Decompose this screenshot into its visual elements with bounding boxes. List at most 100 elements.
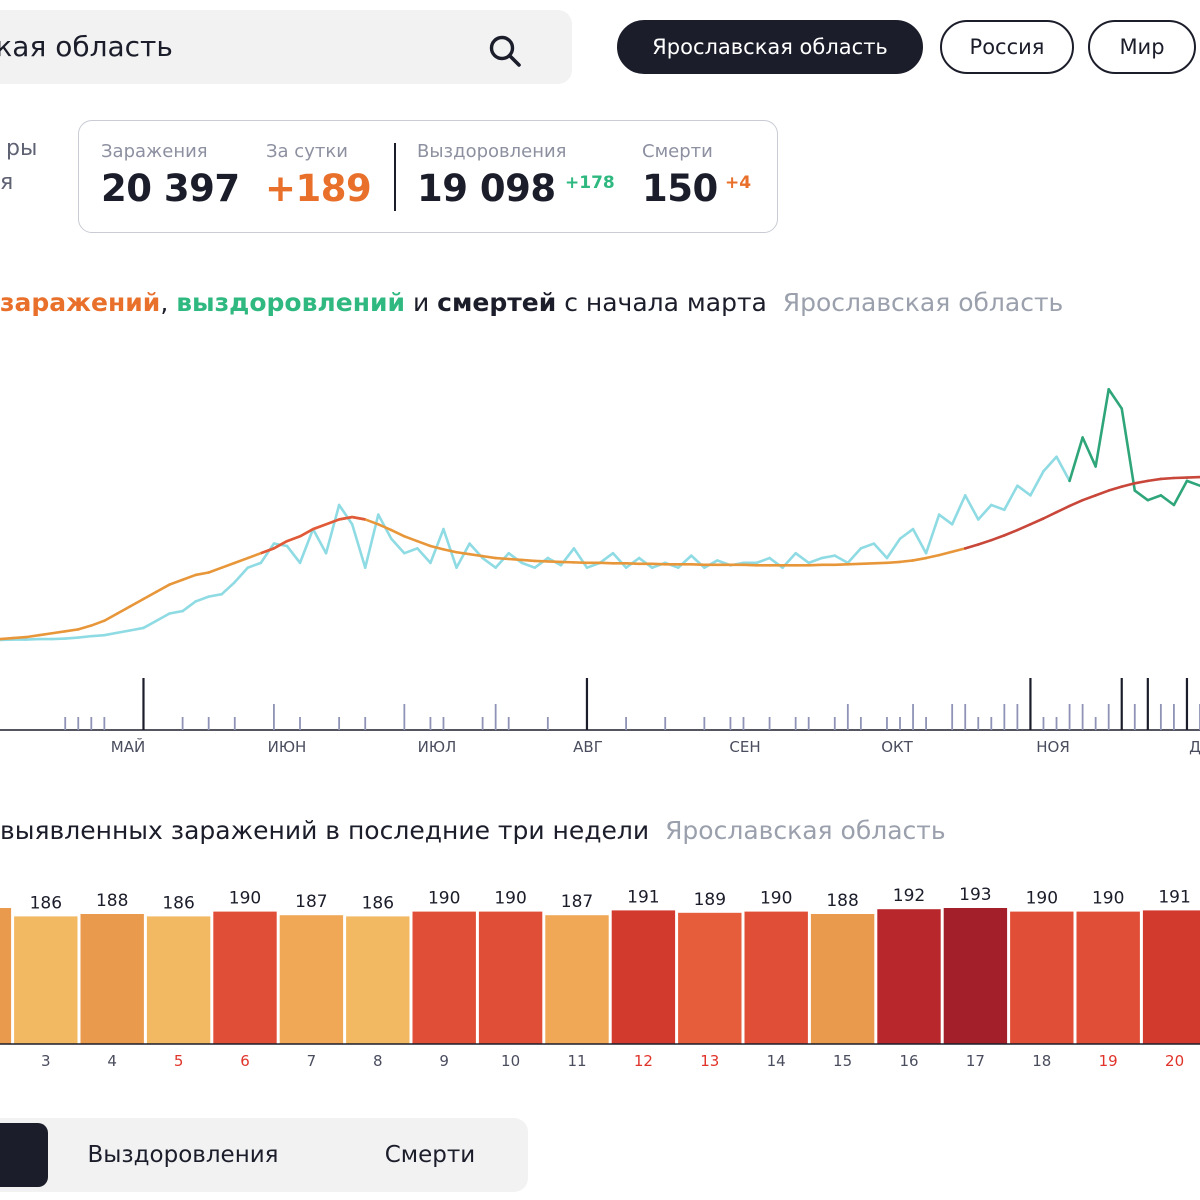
heatmap-day-label: 19 xyxy=(1099,1052,1118,1070)
heatmap-cell xyxy=(678,912,742,1044)
infections-line-segment xyxy=(429,544,445,551)
deaths-label: Смерти xyxy=(642,141,713,162)
infections-line-segment xyxy=(507,557,524,562)
infections-line-segment xyxy=(168,578,184,586)
heatmap-cell xyxy=(744,911,808,1044)
infections-line-segment xyxy=(1016,522,1032,532)
infections-peak-segment xyxy=(325,518,340,526)
stats-panel: Заражения 20 397 За сутки +189 Выздоровл… xyxy=(78,120,778,233)
region-pill-yaroslavl[interactable]: Ярославская область xyxy=(617,20,923,74)
title-region: Ярославская область xyxy=(782,288,1064,317)
recoveries-line-segment xyxy=(194,595,210,603)
infections-line-segment xyxy=(1068,498,1084,508)
heatmap-day-label: 5 xyxy=(174,1052,184,1070)
search-icon[interactable] xyxy=(488,34,522,68)
recoveries-line-segment xyxy=(1094,387,1110,468)
infections-line-segment xyxy=(0,636,15,641)
infections-line-segment xyxy=(898,559,915,564)
infections-line-segment xyxy=(207,566,224,574)
recoveries-line-segment xyxy=(833,554,850,565)
recoveries-line-segment xyxy=(846,547,863,565)
infections-line-segment xyxy=(990,534,1006,542)
heatmap-value-label: 190 xyxy=(428,889,460,909)
heatmap-day-label: 12 xyxy=(634,1052,653,1070)
title-and: и xyxy=(405,288,438,317)
region-pill-world[interactable]: Мир xyxy=(1088,20,1196,74)
infections-line-segment xyxy=(1159,476,1176,481)
daily-value: +189 xyxy=(265,167,372,210)
infections-line-segment xyxy=(90,619,106,627)
infections-peak-segment xyxy=(312,523,327,531)
recoveries-line-segment xyxy=(924,513,941,555)
infections-line-segment xyxy=(455,550,471,556)
recoveries-line-segment xyxy=(129,626,145,632)
heatmap-day-label: 8 xyxy=(373,1052,383,1070)
infections-line-segment xyxy=(1107,485,1124,492)
tab-recoveries[interactable]: Выздоровления xyxy=(78,1118,288,1192)
month-tick-label: ИЮЛ xyxy=(418,738,457,756)
infections-line-segment xyxy=(194,571,210,577)
title-infections-word: заражений xyxy=(0,288,161,317)
month-tick-label: СЕН xyxy=(729,738,760,756)
infections-line-segment xyxy=(142,590,158,601)
tab-infections[interactable] xyxy=(0,1123,48,1187)
infections-line-segment xyxy=(950,547,967,554)
region-pill-russia[interactable]: Россия xyxy=(940,20,1074,74)
search-input[interactable]: ская область xyxy=(0,30,173,63)
recoveries-line-segment xyxy=(598,551,615,565)
recoveries-line-segment xyxy=(1172,479,1189,507)
recoveries-line-segment xyxy=(494,551,510,569)
recoveries-line-segment xyxy=(90,633,106,638)
recoveries-line-segment xyxy=(1185,479,1200,488)
infections-line-segment xyxy=(963,543,980,550)
heatmap-cell xyxy=(146,916,211,1044)
infections-line-segment xyxy=(50,630,67,635)
recoveries-line-segment xyxy=(1055,455,1071,483)
tab-deaths[interactable]: Смерти xyxy=(350,1118,510,1192)
heatmap-value-label: 190 xyxy=(229,889,261,909)
recoveries-line-segment xyxy=(155,612,171,623)
heatmap-cell xyxy=(478,911,543,1044)
heatmap-day-label: 13 xyxy=(700,1052,719,1070)
recoveries-line-segment xyxy=(324,503,341,555)
recoveries-line-segment xyxy=(976,503,993,521)
heatmap-cell xyxy=(412,911,476,1044)
search-bar[interactable]: ская область xyxy=(0,10,572,84)
recoveries-value: 19 098 xyxy=(417,167,556,210)
recoveries-line-segment xyxy=(859,542,876,550)
recoveries-line-segment xyxy=(246,561,263,569)
heatmap-value-label: 186 xyxy=(162,893,194,913)
recoveries-line-segment xyxy=(520,561,537,569)
recoveries-line-segment xyxy=(233,566,250,584)
recoveries-line-segment xyxy=(676,554,693,569)
recoveries-line-segment xyxy=(1133,489,1150,502)
infections-line-segment xyxy=(481,554,497,560)
recoveries-line-segment xyxy=(285,544,302,565)
heatmap-value-label: 193 xyxy=(959,885,991,905)
heatmap-day-label: 16 xyxy=(899,1052,918,1070)
infections-line-segment xyxy=(1003,528,1019,537)
infections-peak-segment xyxy=(286,535,301,543)
infections-line-segment xyxy=(11,635,28,640)
recoveries-line-segment xyxy=(207,592,224,598)
recoveries-line-segment xyxy=(1029,469,1045,497)
month-tick-label: МАЙ xyxy=(111,737,145,756)
side-caption-line1: ры xyxy=(6,136,38,161)
heatmap-day-label: 14 xyxy=(767,1052,786,1070)
recoveries-line-segment xyxy=(403,547,419,555)
heatmap-cell xyxy=(943,908,1008,1044)
daily-heatmap: 186 3 188 4 186 5 190 6 187 7 186 8 190 9 190 10 187 11 19… xyxy=(0,885,1200,1070)
recoveries-line-segment xyxy=(76,634,93,639)
heatmap-day-label: 9 xyxy=(439,1052,449,1070)
infections-line-segment xyxy=(937,550,954,557)
heatmap-value-label: 190 xyxy=(1092,889,1124,909)
heatmap-value-label: 190 xyxy=(1026,889,1058,909)
heatmap-cell xyxy=(810,914,875,1044)
heatmap-day-label: 11 xyxy=(567,1052,586,1070)
deaths-delta: +4 xyxy=(725,173,752,193)
heatmap-value-label: 187 xyxy=(561,892,593,912)
infections-label: Заражения xyxy=(101,141,208,162)
stats-divider xyxy=(394,143,396,211)
heatmap-cell xyxy=(213,911,277,1044)
infections-line-segment xyxy=(155,583,171,594)
